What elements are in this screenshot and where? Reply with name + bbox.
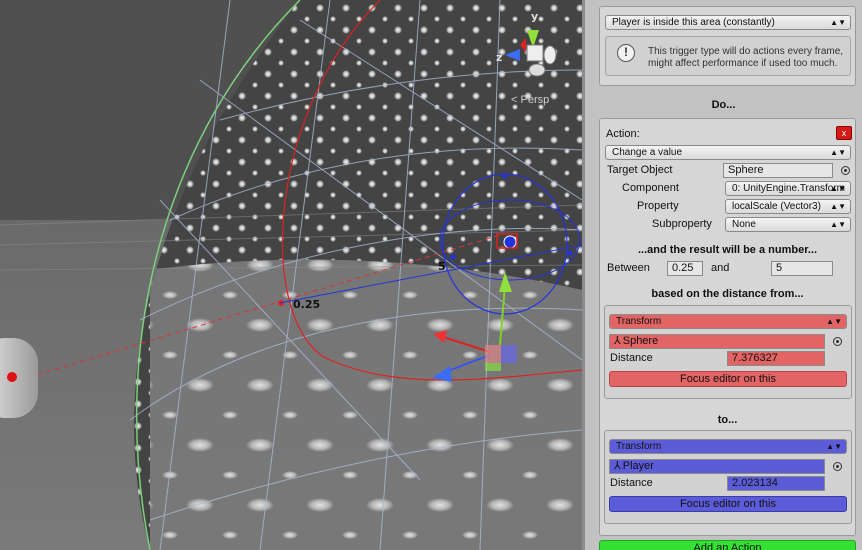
- action-box: Action: x Change a value ▲▼ Target Objec…: [599, 118, 856, 536]
- component-label: Component: [622, 182, 679, 194]
- property-dropdown[interactable]: localScale (Vector3) ▲▼: [725, 199, 851, 214]
- transform-icon: ⅄: [614, 335, 621, 347]
- scene-canvas[interactable]: [0, 0, 582, 550]
- range-max-label: 5: [438, 260, 446, 273]
- action-label: Action:: [606, 128, 640, 140]
- trigger-type-dropdown[interactable]: Player is inside this area (constantly) …: [605, 15, 851, 30]
- help-text-line1: This trigger type will do actions every …: [648, 46, 844, 57]
- to-object-field[interactable]: ⅄ Player: [609, 459, 825, 474]
- transform-icon: ⅄: [614, 460, 621, 472]
- from-object-picker-icon[interactable]: [833, 337, 842, 346]
- gizmo-z-label: z: [496, 51, 503, 64]
- add-action-button[interactable]: Add an Action: [599, 540, 856, 550]
- max-value-field[interactable]: 5: [771, 261, 833, 276]
- result-header: ...and the result will be a number...: [637, 244, 818, 256]
- from-header: based on the distance from...: [651, 288, 804, 300]
- from-box: Transform ▲▼ ⅄ Sphere Distance 7.376327 F…: [604, 305, 852, 399]
- to-distance-field: 2.023134: [727, 476, 825, 491]
- to-focus-button[interactable]: Focus editor on this: [609, 496, 847, 512]
- dropdown-arrows-icon: ▲▼: [830, 18, 846, 27]
- info-icon: !: [617, 44, 635, 62]
- to-box: Transform ▲▼ ⅄ Player Distance 2.023134 F…: [604, 430, 852, 524]
- trigger-box: Player is inside this area (constantly) …: [599, 6, 856, 86]
- target-object-picker-icon[interactable]: [841, 166, 850, 175]
- inspector-panel: Player is inside this area (constantly) …: [585, 0, 862, 550]
- from-focus-button[interactable]: Focus editor on this: [609, 371, 847, 387]
- remove-action-button[interactable]: x: [836, 126, 852, 140]
- dropdown-arrows-icon: ▲▼: [830, 184, 846, 193]
- min-value-field[interactable]: 0.25: [667, 261, 703, 276]
- from-distance-label: Distance: [610, 352, 653, 364]
- to-type-dropdown[interactable]: Transform ▲▼: [609, 439, 847, 454]
- to-distance-label: Distance: [610, 477, 653, 489]
- action-type-dropdown[interactable]: Change a value ▲▼: [605, 145, 851, 160]
- to-header: to...: [717, 414, 738, 426]
- gizmo-y-label: y: [531, 10, 539, 23]
- close-icon: x: [841, 128, 847, 138]
- dropdown-arrows-icon: ▲▼: [826, 317, 842, 326]
- dropdown-arrows-icon: ▲▼: [830, 148, 846, 157]
- from-distance-field: 7.376327: [727, 351, 825, 366]
- persp-label[interactable]: < Persp: [511, 94, 549, 106]
- help-text-line2: might affect performance if used too muc…: [648, 58, 838, 69]
- property-label: Property: [637, 200, 679, 212]
- from-type-dropdown[interactable]: Transform ▲▼: [609, 314, 847, 329]
- to-object-picker-icon[interactable]: [833, 462, 842, 471]
- target-object-field[interactable]: Sphere: [723, 163, 833, 178]
- target-object-label: Target Object: [607, 164, 673, 176]
- trigger-help-box: ! This trigger type will do actions ever…: [605, 36, 851, 76]
- scene-view[interactable]: y z < Persp 0.25 5: [0, 0, 582, 550]
- between-label: Between: [607, 262, 650, 274]
- subproperty-dropdown[interactable]: None ▲▼: [725, 217, 851, 232]
- dropdown-arrows-icon: ▲▼: [830, 220, 846, 229]
- and-label: and: [711, 262, 730, 274]
- persp-arrow-icon: <: [511, 94, 518, 106]
- component-dropdown[interactable]: 0: UnityEngine.Transform ▲▼: [725, 181, 851, 196]
- dropdown-arrows-icon: ▲▼: [830, 202, 846, 211]
- range-min-label: 0.25: [293, 298, 321, 311]
- dropdown-arrows-icon: ▲▼: [826, 442, 842, 451]
- subproperty-label: Subproperty: [652, 218, 712, 230]
- from-object-field[interactable]: ⅄ Sphere: [609, 334, 825, 349]
- do-header: Do...: [711, 99, 736, 111]
